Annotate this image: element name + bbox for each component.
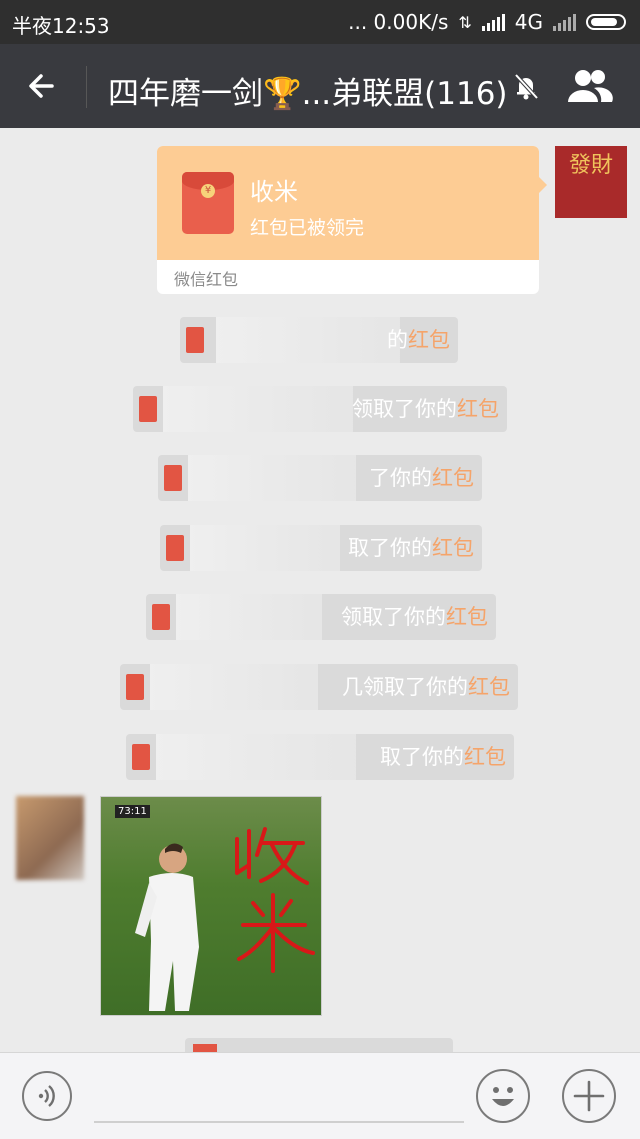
blurred-name xyxy=(190,525,340,571)
chat-title[interactable]: 四年磨一剑🏆...弟联盟(116) xyxy=(108,68,508,113)
network-type: 4G xyxy=(514,10,543,34)
group-members-icon[interactable] xyxy=(564,66,616,106)
system-message-text: 取了你的红包 xyxy=(380,745,506,769)
member-avatar[interactable] xyxy=(16,796,84,880)
net-speed: ... 0.00K/s xyxy=(348,10,449,34)
blurred-name xyxy=(188,455,356,501)
red-envelope-icon: ¥ xyxy=(182,172,234,234)
system-message-text: 了你的红包 xyxy=(369,466,474,490)
voice-icon xyxy=(38,1085,55,1107)
system-message: 领取了你的红包 xyxy=(133,386,507,432)
red-packet-status: 红包已被领完 xyxy=(250,217,365,239)
message-list[interactable]: ¥ 收米 红包已被领完 微信红包 發財 的红包 领取了你的红包 了你的红包 取了… xyxy=(0,128,640,1052)
message-input[interactable] xyxy=(94,1121,464,1123)
blurred-name xyxy=(216,317,400,363)
blurred-name xyxy=(150,664,318,710)
blurred-name xyxy=(176,594,322,640)
system-message: 领取了你的红包 xyxy=(146,594,496,640)
red-packet-icon xyxy=(139,396,157,422)
status-indicators: ... 0.00K/s ⇅ 4G xyxy=(348,10,626,34)
emoji-icon xyxy=(492,1087,514,1106)
red-packet-card[interactable]: ¥ 收米 红包已被领完 微信红包 xyxy=(157,146,539,294)
player-figure xyxy=(135,843,199,1011)
red-packet-icon xyxy=(126,674,144,700)
avatar-text: 發財 xyxy=(568,153,613,178)
back-arrow-icon[interactable] xyxy=(22,66,62,106)
system-message-text: 几领取了你的红包 xyxy=(342,675,510,699)
bubble-tail xyxy=(538,176,547,194)
header-divider xyxy=(86,66,87,108)
system-message: 的红包 xyxy=(180,317,458,363)
battery-icon xyxy=(586,14,626,30)
system-message: 取了你的红包 xyxy=(126,734,514,780)
mute-bell-icon xyxy=(510,70,542,102)
image-timestamp: 73:11 xyxy=(115,805,150,818)
data-arrows-icon: ⇅ xyxy=(458,12,472,32)
signal-icon xyxy=(481,13,505,31)
system-message: 了你的红包 xyxy=(158,455,482,501)
blurred-name xyxy=(156,734,356,780)
red-packet-footer: 微信红包 xyxy=(174,270,239,289)
red-packet-icon xyxy=(152,604,170,630)
system-message-text: 的红包 xyxy=(387,328,450,352)
image-message[interactable]: 73:11 xyxy=(100,796,322,1016)
status-bar: 半夜12:53 ... 0.00K/s ⇅ 4G xyxy=(0,0,640,44)
system-message-text: 领取了你的红包 xyxy=(341,605,488,629)
red-packet-icon xyxy=(193,1044,217,1052)
handwriting-graphic xyxy=(235,827,315,973)
system-message: 取了你的红包 xyxy=(160,525,482,571)
plus-icon xyxy=(573,1080,605,1112)
red-packet-icon xyxy=(132,744,150,770)
emoji-button[interactable] xyxy=(476,1069,530,1123)
system-message-text: 领取了你的红包 xyxy=(352,397,499,421)
blurred-name xyxy=(163,386,353,432)
system-message xyxy=(185,1038,453,1052)
sender-avatar[interactable]: 發財 xyxy=(555,146,627,218)
system-message: 几领取了你的红包 xyxy=(120,664,518,710)
input-bar xyxy=(0,1052,640,1139)
red-packet-body: ¥ 收米 红包已被领完 xyxy=(157,146,539,260)
voice-input-button[interactable] xyxy=(22,1071,72,1121)
red-packet-icon xyxy=(166,535,184,561)
status-time: 半夜12:53 xyxy=(12,14,110,38)
more-options-button[interactable] xyxy=(562,1069,616,1123)
red-packet-icon xyxy=(164,465,182,491)
red-packet-greeting: 收米 xyxy=(250,178,298,206)
system-message-text: 取了你的红包 xyxy=(348,536,474,560)
red-packet-icon xyxy=(186,327,204,353)
signal-2-icon xyxy=(553,13,576,31)
chat-header: 四年磨一剑🏆...弟联盟(116) xyxy=(0,44,640,128)
